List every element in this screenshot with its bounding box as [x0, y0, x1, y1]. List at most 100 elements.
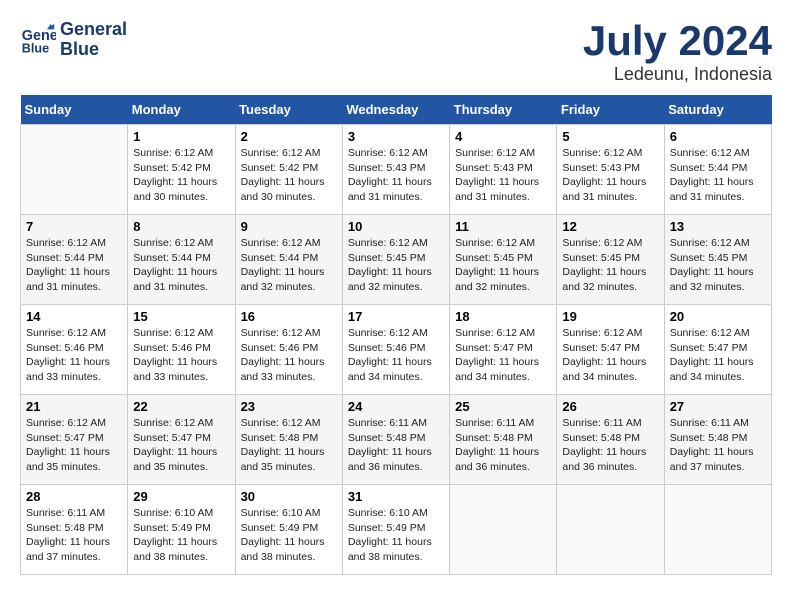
day-number: 20 — [670, 309, 766, 324]
calendar-cell — [450, 485, 557, 575]
location-subtitle: Ledeunu, Indonesia — [583, 64, 772, 85]
day-number: 7 — [26, 219, 122, 234]
day-info: Sunrise: 6:12 AM Sunset: 5:47 PM Dayligh… — [670, 326, 766, 385]
day-number: 18 — [455, 309, 551, 324]
day-info: Sunrise: 6:11 AM Sunset: 5:48 PM Dayligh… — [562, 416, 658, 475]
logo-icon: General Blue — [20, 22, 56, 58]
day-info: Sunrise: 6:12 AM Sunset: 5:45 PM Dayligh… — [455, 236, 551, 295]
day-info: Sunrise: 6:12 AM Sunset: 5:44 PM Dayligh… — [241, 236, 337, 295]
day-info: Sunrise: 6:11 AM Sunset: 5:48 PM Dayligh… — [670, 416, 766, 475]
day-number: 24 — [348, 399, 444, 414]
day-number: 3 — [348, 129, 444, 144]
day-number: 5 — [562, 129, 658, 144]
day-info: Sunrise: 6:11 AM Sunset: 5:48 PM Dayligh… — [26, 506, 122, 565]
day-info: Sunrise: 6:12 AM Sunset: 5:47 PM Dayligh… — [562, 326, 658, 385]
calendar-cell: 1 Sunrise: 6:12 AM Sunset: 5:42 PM Daylig… — [128, 125, 235, 215]
calendar-cell — [664, 485, 771, 575]
day-number: 10 — [348, 219, 444, 234]
day-number: 9 — [241, 219, 337, 234]
calendar-cell: 24 Sunrise: 6:11 AM Sunset: 5:48 PM Dayli… — [342, 395, 449, 485]
day-info: Sunrise: 6:10 AM Sunset: 5:49 PM Dayligh… — [241, 506, 337, 565]
day-info: Sunrise: 6:10 AM Sunset: 5:49 PM Dayligh… — [133, 506, 229, 565]
week-row-2: 7 Sunrise: 6:12 AM Sunset: 5:44 PM Daylig… — [21, 215, 772, 305]
title-block: July 2024 Ledeunu, Indonesia — [583, 20, 772, 85]
day-info: Sunrise: 6:12 AM Sunset: 5:46 PM Dayligh… — [348, 326, 444, 385]
day-info: Sunrise: 6:11 AM Sunset: 5:48 PM Dayligh… — [455, 416, 551, 475]
calendar-cell: 19Sunrise: 6:12 AM Sunset: 5:47 PM Dayli… — [557, 305, 664, 395]
calendar-cell: 6 Sunrise: 6:12 AM Sunset: 5:44 PM Daylig… — [664, 125, 771, 215]
day-number: 2 — [241, 129, 337, 144]
calendar-cell: 5Sunrise: 6:12 AM Sunset: 5:43 PM Daylig… — [557, 125, 664, 215]
logo-text-blue: Blue — [60, 40, 127, 60]
day-info: Sunrise: 6:12 AM Sunset: 5:47 PM Dayligh… — [133, 416, 229, 475]
day-info: Sunrise: 6:12 AM Sunset: 5:44 PM Dayligh… — [670, 146, 766, 205]
calendar-cell: 4 Sunrise: 6:12 AM Sunset: 5:43 PM Daylig… — [450, 125, 557, 215]
calendar-cell: 30 Sunrise: 6:10 AM Sunset: 5:49 PM Dayli… — [235, 485, 342, 575]
page-header: General Blue General Blue July 2024 Lede… — [20, 20, 772, 85]
day-info: Sunrise: 6:12 AM Sunset: 5:44 PM Dayligh… — [133, 236, 229, 295]
day-info: Sunrise: 6:12 AM Sunset: 5:46 PM Dayligh… — [241, 326, 337, 385]
calendar-cell: 21 Sunrise: 6:12 AM Sunset: 5:47 PM Dayli… — [21, 395, 128, 485]
day-number: 26 — [562, 399, 658, 414]
day-info: Sunrise: 6:12 AM Sunset: 5:44 PM Dayligh… — [26, 236, 122, 295]
logo: General Blue General Blue — [20, 20, 127, 60]
day-info: Sunrise: 6:12 AM Sunset: 5:48 PM Dayligh… — [241, 416, 337, 475]
day-info: Sunrise: 6:12 AM Sunset: 5:45 PM Dayligh… — [670, 236, 766, 295]
week-row-5: 28Sunrise: 6:11 AM Sunset: 5:48 PM Dayli… — [21, 485, 772, 575]
day-info: Sunrise: 6:12 AM Sunset: 5:42 PM Dayligh… — [241, 146, 337, 205]
day-number: 11 — [455, 219, 551, 234]
calendar-cell: 20 Sunrise: 6:12 AM Sunset: 5:47 PM Dayli… — [664, 305, 771, 395]
day-info: Sunrise: 6:12 AM Sunset: 5:47 PM Dayligh… — [455, 326, 551, 385]
calendar-cell: 7 Sunrise: 6:12 AM Sunset: 5:44 PM Daylig… — [21, 215, 128, 305]
day-number: 12 — [562, 219, 658, 234]
day-info: Sunrise: 6:12 AM Sunset: 5:45 PM Dayligh… — [562, 236, 658, 295]
calendar-cell: 12 Sunrise: 6:12 AM Sunset: 5:45 PM Dayli… — [557, 215, 664, 305]
week-row-3: 14Sunrise: 6:12 AM Sunset: 5:46 PM Dayli… — [21, 305, 772, 395]
calendar-cell: 17 Sunrise: 6:12 AM Sunset: 5:46 PM Dayli… — [342, 305, 449, 395]
day-number: 17 — [348, 309, 444, 324]
day-number: 1 — [133, 129, 229, 144]
day-number: 4 — [455, 129, 551, 144]
calendar-cell: 15Sunrise: 6:12 AM Sunset: 5:46 PM Dayli… — [128, 305, 235, 395]
calendar-cell: 10Sunrise: 6:12 AM Sunset: 5:45 PM Dayli… — [342, 215, 449, 305]
day-info: Sunrise: 6:11 AM Sunset: 5:48 PM Dayligh… — [348, 416, 444, 475]
header-friday: Friday — [557, 95, 664, 125]
day-info: Sunrise: 6:12 AM Sunset: 5:47 PM Dayligh… — [26, 416, 122, 475]
day-number: 16 — [241, 309, 337, 324]
day-number: 13 — [670, 219, 766, 234]
day-number: 30 — [241, 489, 337, 504]
calendar-cell: 31 Sunrise: 6:10 AM Sunset: 5:49 PM Dayli… — [342, 485, 449, 575]
day-number: 21 — [26, 399, 122, 414]
calendar-cell: 3 Sunrise: 6:12 AM Sunset: 5:43 PM Daylig… — [342, 125, 449, 215]
day-info: Sunrise: 6:12 AM Sunset: 5:43 PM Dayligh… — [348, 146, 444, 205]
day-number: 27 — [670, 399, 766, 414]
calendar-cell: 22 Sunrise: 6:12 AM Sunset: 5:47 PM Dayli… — [128, 395, 235, 485]
calendar-cell — [557, 485, 664, 575]
header-wednesday: Wednesday — [342, 95, 449, 125]
calendar-cell: 16 Sunrise: 6:12 AM Sunset: 5:46 PM Dayli… — [235, 305, 342, 395]
calendar-cell: 28Sunrise: 6:11 AM Sunset: 5:48 PM Dayli… — [21, 485, 128, 575]
header-thursday: Thursday — [450, 95, 557, 125]
header-saturday: Saturday — [664, 95, 771, 125]
day-info: Sunrise: 6:12 AM Sunset: 5:46 PM Dayligh… — [133, 326, 229, 385]
calendar-cell: 8Sunrise: 6:12 AM Sunset: 5:44 PM Daylig… — [128, 215, 235, 305]
calendar-cell: 13 Sunrise: 6:12 AM Sunset: 5:45 PM Dayli… — [664, 215, 771, 305]
header-sunday: Sunday — [21, 95, 128, 125]
day-number: 22 — [133, 399, 229, 414]
day-info: Sunrise: 6:10 AM Sunset: 5:49 PM Dayligh… — [348, 506, 444, 565]
calendar-cell: 9 Sunrise: 6:12 AM Sunset: 5:44 PM Daylig… — [235, 215, 342, 305]
week-row-4: 21 Sunrise: 6:12 AM Sunset: 5:47 PM Dayli… — [21, 395, 772, 485]
day-number: 31 — [348, 489, 444, 504]
day-info: Sunrise: 6:12 AM Sunset: 5:43 PM Dayligh… — [455, 146, 551, 205]
svg-text:Blue: Blue — [22, 41, 49, 55]
day-info: Sunrise: 6:12 AM Sunset: 5:42 PM Dayligh… — [133, 146, 229, 205]
calendar-cell: 14Sunrise: 6:12 AM Sunset: 5:46 PM Dayli… — [21, 305, 128, 395]
week-row-1: 1 Sunrise: 6:12 AM Sunset: 5:42 PM Daylig… — [21, 125, 772, 215]
calendar-table: SundayMondayTuesdayWednesdayThursdayFrid… — [20, 95, 772, 575]
calendar-cell — [21, 125, 128, 215]
day-info: Sunrise: 6:12 AM Sunset: 5:46 PM Dayligh… — [26, 326, 122, 385]
calendar-cell: 26 Sunrise: 6:11 AM Sunset: 5:48 PM Dayli… — [557, 395, 664, 485]
logo-text-general: General — [60, 20, 127, 40]
header-tuesday: Tuesday — [235, 95, 342, 125]
day-number: 6 — [670, 129, 766, 144]
